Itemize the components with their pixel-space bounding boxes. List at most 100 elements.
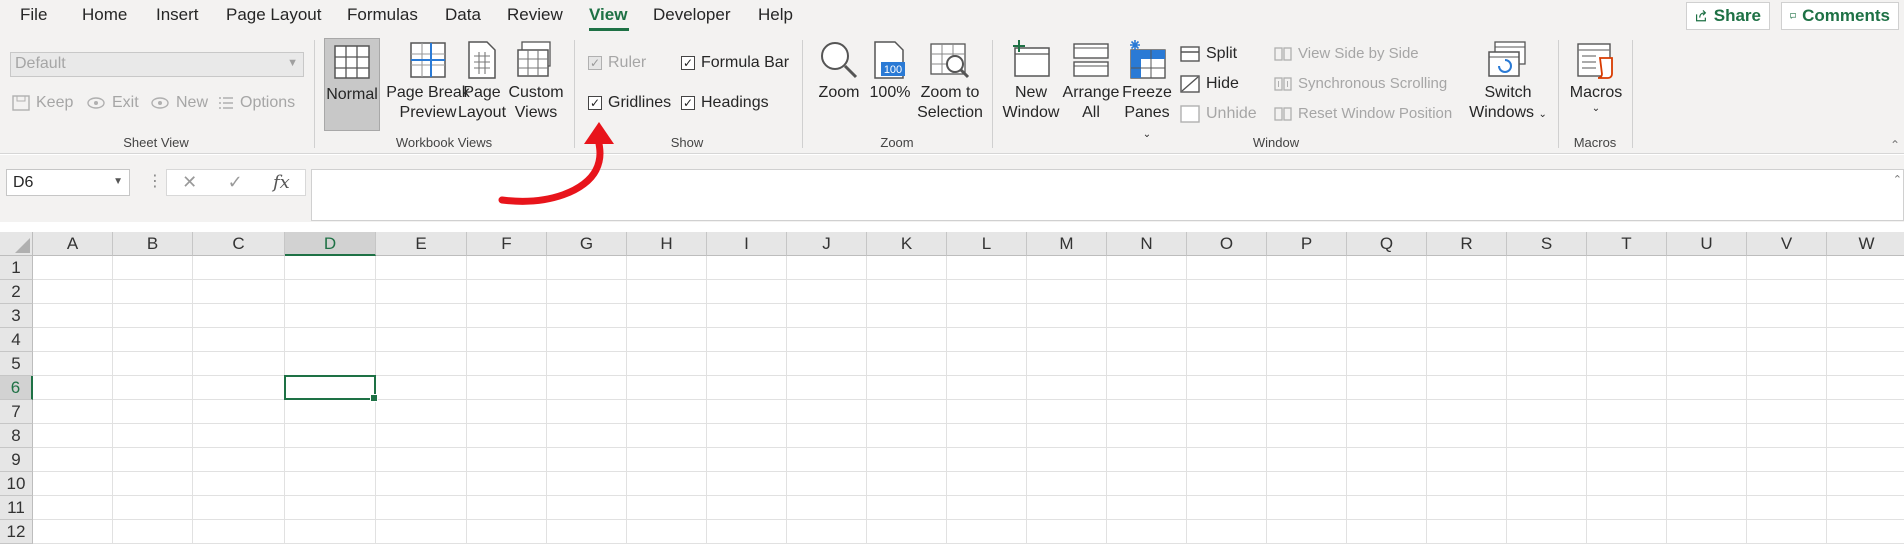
column-header-w[interactable]: W <box>1827 232 1904 256</box>
cell-c10[interactable] <box>193 472 285 496</box>
cell-o1[interactable] <box>1187 256 1267 280</box>
cell-p6[interactable] <box>1267 376 1347 400</box>
cell-c3[interactable] <box>193 304 285 328</box>
cell-e1[interactable] <box>376 256 467 280</box>
cell-j11[interactable] <box>787 496 867 520</box>
cell-b1[interactable] <box>113 256 193 280</box>
cell-f7[interactable] <box>467 400 547 424</box>
cell-s11[interactable] <box>1507 496 1587 520</box>
cell-t4[interactable] <box>1587 328 1667 352</box>
row-header-11[interactable]: 11 <box>0 496 33 520</box>
cell-k7[interactable] <box>867 400 947 424</box>
cell-w12[interactable] <box>1827 520 1904 544</box>
gridlines-checkbox[interactable]: ✓ Gridlines <box>588 94 671 112</box>
cell-g4[interactable] <box>547 328 627 352</box>
cell-s4[interactable] <box>1507 328 1587 352</box>
cell-m11[interactable] <box>1027 496 1107 520</box>
cell-f6[interactable] <box>467 376 547 400</box>
expand-formula-bar-icon[interactable]: ⌃ <box>1893 173 1902 186</box>
cell-o11[interactable] <box>1187 496 1267 520</box>
cell-n2[interactable] <box>1107 280 1187 304</box>
cell-s9[interactable] <box>1507 448 1587 472</box>
cell-b12[interactable] <box>113 520 193 544</box>
cell-m8[interactable] <box>1027 424 1107 448</box>
cell-t7[interactable] <box>1587 400 1667 424</box>
cell-l12[interactable] <box>947 520 1027 544</box>
cell-l8[interactable] <box>947 424 1027 448</box>
arrange-all-button[interactable]: Arrange All <box>1060 37 1122 123</box>
cell-u3[interactable] <box>1667 304 1747 328</box>
cell-q1[interactable] <box>1347 256 1427 280</box>
cell-r12[interactable] <box>1427 520 1507 544</box>
cell-j1[interactable] <box>787 256 867 280</box>
row-header-6[interactable]: 6 <box>0 376 33 400</box>
cell-a2[interactable] <box>33 280 113 304</box>
cell-b6[interactable] <box>113 376 193 400</box>
cell-l11[interactable] <box>947 496 1027 520</box>
cell-m3[interactable] <box>1027 304 1107 328</box>
cell-m12[interactable] <box>1027 520 1107 544</box>
hide-button[interactable]: Hide <box>1180 75 1239 93</box>
cell-g10[interactable] <box>547 472 627 496</box>
column-header-q[interactable]: Q <box>1347 232 1427 256</box>
cell-k3[interactable] <box>867 304 947 328</box>
row-header-5[interactable]: 5 <box>0 352 33 376</box>
cell-p11[interactable] <box>1267 496 1347 520</box>
cell-h4[interactable] <box>627 328 707 352</box>
cell-g5[interactable] <box>547 352 627 376</box>
cell-f8[interactable] <box>467 424 547 448</box>
split-button[interactable]: Split <box>1180 45 1237 63</box>
cell-u5[interactable] <box>1667 352 1747 376</box>
reset-window-position-button[interactable]: Reset Window Position <box>1274 105 1452 122</box>
menu-data[interactable]: Data <box>445 5 481 25</box>
column-header-l[interactable]: L <box>947 232 1027 256</box>
cell-j5[interactable] <box>787 352 867 376</box>
cell-o4[interactable] <box>1187 328 1267 352</box>
options-button[interactable]: Options <box>218 94 295 112</box>
new-window-button[interactable]: New Window <box>1000 37 1062 123</box>
cell-i8[interactable] <box>707 424 787 448</box>
row-header-10[interactable]: 10 <box>0 472 33 496</box>
column-header-a[interactable]: A <box>33 232 113 256</box>
cell-h11[interactable] <box>627 496 707 520</box>
zoom-100-button[interactable]: 100 100% <box>866 37 914 103</box>
cell-a8[interactable] <box>33 424 113 448</box>
cell-j10[interactable] <box>787 472 867 496</box>
cell-b9[interactable] <box>113 448 193 472</box>
cell-g9[interactable] <box>547 448 627 472</box>
cell-k4[interactable] <box>867 328 947 352</box>
cell-v10[interactable] <box>1747 472 1827 496</box>
cell-h9[interactable] <box>627 448 707 472</box>
row-header-3[interactable]: 3 <box>0 304 33 328</box>
cell-k9[interactable] <box>867 448 947 472</box>
cell-p9[interactable] <box>1267 448 1347 472</box>
cell-i6[interactable] <box>707 376 787 400</box>
cell-i12[interactable] <box>707 520 787 544</box>
name-box[interactable]: D6 ▼ <box>6 169 130 196</box>
cell-c12[interactable] <box>193 520 285 544</box>
cell-s6[interactable] <box>1507 376 1587 400</box>
cell-k10[interactable] <box>867 472 947 496</box>
cell-m5[interactable] <box>1027 352 1107 376</box>
cell-v8[interactable] <box>1747 424 1827 448</box>
cell-b5[interactable] <box>113 352 193 376</box>
cell-n5[interactable] <box>1107 352 1187 376</box>
cell-c6[interactable] <box>193 376 285 400</box>
cell-b7[interactable] <box>113 400 193 424</box>
cell-v6[interactable] <box>1747 376 1827 400</box>
cell-j6[interactable] <box>787 376 867 400</box>
cell-u2[interactable] <box>1667 280 1747 304</box>
insert-function-icon[interactable]: fx <box>273 172 290 193</box>
cell-c8[interactable] <box>193 424 285 448</box>
cell-a7[interactable] <box>33 400 113 424</box>
cell-i2[interactable] <box>707 280 787 304</box>
cell-d11[interactable] <box>285 496 376 520</box>
cell-b10[interactable] <box>113 472 193 496</box>
cell-k6[interactable] <box>867 376 947 400</box>
cell-e11[interactable] <box>376 496 467 520</box>
cell-d3[interactable] <box>285 304 376 328</box>
cell-l6[interactable] <box>947 376 1027 400</box>
cell-o7[interactable] <box>1187 400 1267 424</box>
unhide-button[interactable]: Unhide <box>1180 105 1257 123</box>
cell-c5[interactable] <box>193 352 285 376</box>
